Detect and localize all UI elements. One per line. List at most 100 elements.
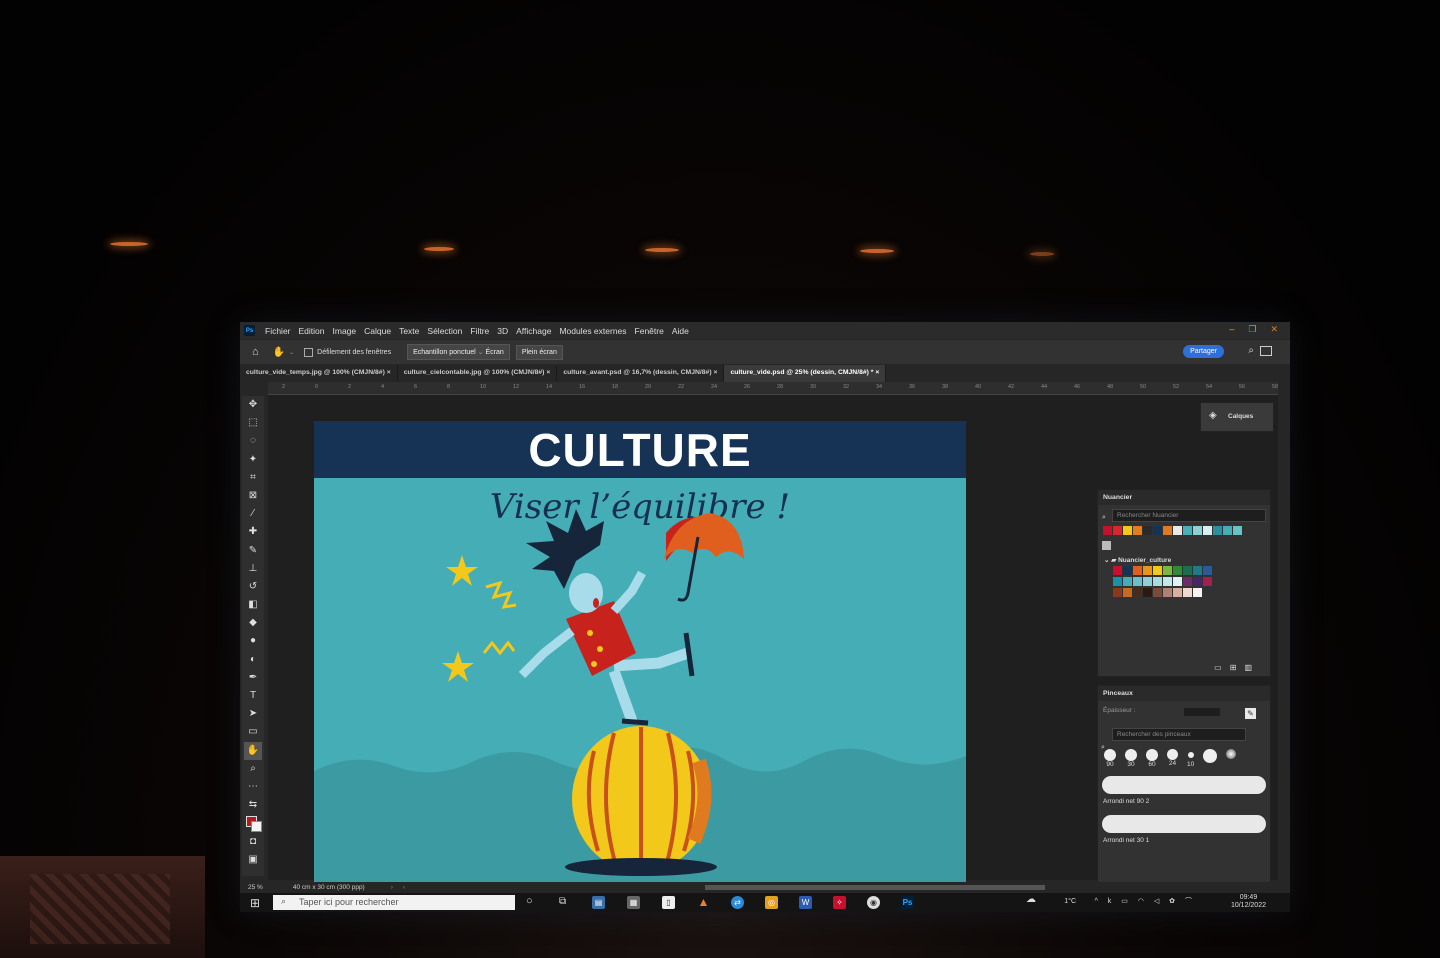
swatch[interactable] [1132, 566, 1142, 575]
swatch[interactable] [1202, 577, 1212, 586]
share-button[interactable]: Partager [1183, 345, 1224, 358]
swatch[interactable] [1112, 588, 1122, 597]
windows-start-icon[interactable]: ⊞ [250, 896, 260, 910]
swatch[interactable] [1122, 588, 1132, 597]
swatch[interactable] [1142, 566, 1152, 575]
swatch[interactable] [1152, 577, 1162, 586]
menu-edition[interactable]: Edition [299, 326, 325, 336]
frame-tool-icon[interactable]: ⊠ [249, 487, 257, 505]
brushes-search-input[interactable]: Rechercher des pinceaux [1112, 728, 1246, 741]
brush-preset[interactable]: 10 [1187, 749, 1194, 768]
menu-fichier[interactable]: Fichier [265, 326, 291, 336]
brush-preset[interactable]: 60 [1146, 749, 1158, 768]
more-tools-icon[interactable]: ⋯ [248, 778, 258, 796]
zoom-tool-icon[interactable]: ⌕ [250, 760, 256, 778]
swatch[interactable] [1152, 566, 1162, 575]
brush-preset[interactable]: 30 [1125, 749, 1137, 768]
clone-stamp-tool-icon[interactable]: ⊥ [249, 560, 258, 578]
chevron-down-icon[interactable]: ⌄ [289, 349, 294, 356]
history-brush-tool-icon[interactable]: ↺ [249, 578, 257, 596]
paint-bucket-tool-icon[interactable]: ◆ [249, 614, 257, 632]
menu-filtre[interactable]: Filtre [470, 326, 489, 336]
tab-culture-vide-temps[interactable]: culture_vide_temps.jpg @ 100% (CMJN/8#) … [240, 365, 398, 382]
brush-stroke-preview[interactable] [1102, 776, 1266, 794]
menu-affichage[interactable]: Affichage [516, 326, 551, 336]
task-view-icon[interactable]: ⧉ [559, 896, 566, 907]
swatch[interactable] [1152, 526, 1162, 535]
layers-panel-button[interactable]: ◈ Calques [1200, 402, 1274, 432]
hand-tool-icon[interactable]: ✋ [273, 347, 285, 358]
zoom-level[interactable]: 25 % [248, 884, 263, 891]
acrobat-app-icon[interactable]: ✧ [833, 896, 846, 909]
screen-mode-icon[interactable]: ▣ [248, 851, 257, 869]
brush-tool-icon[interactable]: ✎ [249, 542, 257, 560]
restore-button[interactable]: ❐ [1248, 324, 1256, 335]
minimize-button[interactable]: – [1229, 324, 1234, 335]
swatch[interactable] [1102, 541, 1111, 550]
healing-brush-tool-icon[interactable]: ✚ [249, 523, 257, 541]
brush-settings-icon[interactable]: ✎ [1245, 708, 1256, 719]
brush-name[interactable]: Arrondi net 90 2 [1098, 798, 1270, 805]
swatch[interactable] [1112, 526, 1122, 535]
swatch[interactable] [1182, 526, 1192, 535]
close-tab-icon[interactable]: × [875, 369, 879, 376]
fullscreen-button[interactable]: Plein écran [515, 344, 563, 360]
photoshop-app-icon[interactable]: Ps [901, 896, 914, 909]
search-icon[interactable]: ⌕ [1248, 345, 1254, 356]
menu-calque[interactable]: Calque [364, 326, 391, 336]
eyedropper-tool-icon[interactable]: ⁄ [252, 505, 254, 523]
sample-dropdown[interactable]: Echantillon ponctuel ⌄ Écran [407, 344, 510, 360]
marquee-tool-icon[interactable]: ⬚ [248, 414, 257, 432]
tab-culture-vide[interactable]: culture_vide.psd @ 25% (dessin, CMJN/8#)… [724, 365, 887, 382]
pen-tool-icon[interactable]: ✒ [249, 669, 257, 687]
word-app-icon[interactable]: W [799, 896, 812, 909]
brush-stroke-preview[interactable] [1102, 815, 1266, 833]
workspace-icon[interactable] [1260, 346, 1272, 356]
swatch[interactable] [1132, 577, 1142, 586]
brush-preset[interactable] [1203, 749, 1218, 768]
swatch[interactable] [1182, 588, 1192, 597]
chevron-left-icon[interactable]: ‹ [403, 884, 405, 891]
swatch[interactable] [1182, 577, 1192, 586]
weather-icon[interactable]: ☁ [1026, 895, 1036, 905]
swatch[interactable] [1132, 526, 1142, 535]
swatch[interactable] [1142, 588, 1152, 597]
menu-aide[interactable]: Aide [672, 326, 689, 336]
brush-name[interactable]: Arrondi net 30 1 [1098, 837, 1270, 844]
printer-app-icon[interactable]: ▦ [627, 896, 640, 909]
file-app-icon[interactable]: ▯ [662, 896, 675, 909]
magic-wand-tool-icon[interactable]: ✦ [249, 451, 257, 469]
temperature[interactable]: 1°C [1064, 898, 1076, 906]
swatch[interactable] [1162, 526, 1172, 535]
swatch[interactable] [1192, 526, 1202, 535]
new-group-icon[interactable]: ▭ [1214, 663, 1230, 672]
lasso-tool-icon[interactable]: ◌ [250, 432, 256, 450]
browser-app-icon[interactable]: ◉ [867, 896, 880, 909]
chevron-right-icon[interactable]: › [391, 884, 393, 891]
swatch[interactable] [1142, 526, 1152, 535]
swap-colors-icon[interactable]: ⇆ [249, 796, 257, 814]
swatch[interactable] [1132, 588, 1142, 597]
dodge-tool-icon[interactable]: ◐ [250, 651, 256, 669]
menu-3d[interactable]: 3D [497, 326, 508, 336]
teamviewer-app-icon[interactable]: ⇄ [731, 896, 744, 909]
swatch[interactable] [1122, 566, 1132, 575]
eraser-tool-icon[interactable]: ◧ [248, 596, 257, 614]
vlc-app-icon[interactable]: ▲ [697, 896, 710, 909]
hand-tool-icon[interactable]: ✋ [244, 741, 262, 760]
type-tool-icon[interactable]: T [250, 687, 256, 705]
brush-preset[interactable]: 90 [1104, 749, 1116, 768]
home-icon[interactable]: ⌂ [252, 346, 259, 358]
swatch[interactable] [1202, 566, 1212, 575]
swatch[interactable] [1202, 526, 1212, 535]
swatch[interactable] [1112, 566, 1122, 575]
background-color[interactable] [251, 821, 262, 833]
swatch[interactable] [1112, 577, 1122, 586]
swatch[interactable] [1212, 526, 1222, 535]
brush-preset[interactable]: 24 [1167, 749, 1178, 768]
tab-culture-avant[interactable]: culture_avant.psd @ 16,7% (dessin, CMJN/… [557, 365, 725, 382]
swatch[interactable] [1142, 577, 1152, 586]
close-tab-icon[interactable]: × [387, 369, 391, 376]
swatch[interactable] [1172, 566, 1182, 575]
swatch[interactable] [1122, 526, 1132, 535]
